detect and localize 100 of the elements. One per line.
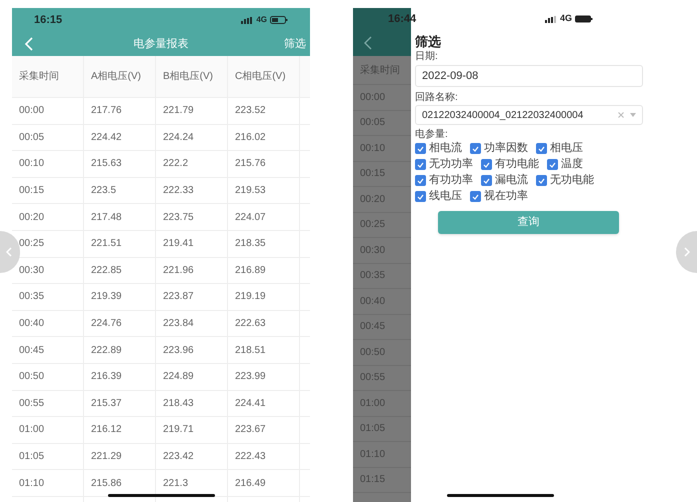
check-icon	[472, 146, 479, 152]
checkbox[interactable]	[415, 191, 426, 202]
table-cell-text: 01:05	[19, 450, 44, 464]
back-icon	[363, 36, 373, 50]
check-icon	[417, 162, 424, 168]
table-cell-text: 216.49	[235, 476, 266, 491]
table-cell-text: 01:00	[19, 423, 44, 438]
battery-icon	[575, 15, 593, 23]
table-cell-text: 219.53	[235, 184, 266, 198]
circuit-value: 02122032400004_02122032400004	[422, 108, 584, 122]
table-cell-text: 00:25	[19, 237, 44, 252]
table-cell-text: 219.41	[163, 237, 194, 252]
check-icon	[472, 194, 479, 200]
table-cell-text: 223.5	[91, 184, 116, 198]
table-cell-text: 222.63	[235, 317, 266, 332]
battery-icon	[270, 16, 288, 24]
table-cell-text: 221.79	[163, 104, 194, 118]
checkbox-label: 视在功率	[484, 190, 528, 203]
table-cell-text: 223.42	[163, 450, 194, 464]
table-cell-text: 215.63	[91, 157, 122, 172]
checkbox[interactable]	[415, 159, 426, 170]
table-cell-text: 217.48	[91, 210, 122, 225]
checkbox-label: 有功功率	[429, 174, 473, 187]
table-cell-text: 00:10	[19, 157, 44, 172]
column-header: C相电压(V)	[235, 70, 286, 84]
checkbox[interactable]	[415, 175, 426, 186]
table-cell-text: 223.84	[163, 317, 194, 332]
table-cell-text: 224.76	[91, 317, 122, 332]
table-cell-text: 00:55	[19, 396, 44, 411]
table-cell-text: 217.76	[91, 104, 122, 118]
checkbox-label: 无功电能	[550, 174, 594, 187]
table-cell-text: 216.89	[235, 264, 266, 278]
back-icon[interactable]	[24, 37, 34, 51]
checkbox[interactable]	[547, 159, 558, 170]
column-header: B相电压(V)	[163, 70, 213, 84]
table-cell-text: 224.24	[163, 130, 194, 145]
table-cell-text: 216.39	[91, 370, 122, 384]
table-cell-text: 223.99	[235, 370, 266, 384]
checkbox[interactable]	[481, 159, 492, 170]
table-cell-text: 224.41	[235, 396, 266, 411]
check-icon	[417, 178, 424, 184]
table-cell-text: 00:35	[19, 290, 44, 304]
checkbox-label: 功率因数	[484, 142, 528, 155]
table-cell-text: 00:50	[19, 370, 44, 384]
table-cell-text: 218.51	[235, 344, 266, 358]
table-cell-text: 222.85	[91, 264, 122, 278]
table-cell-text: 224.07	[235, 210, 266, 225]
check-icon	[417, 146, 424, 152]
table-cell-text: 00:00	[19, 104, 44, 118]
table-cell-text: 216.02	[235, 130, 266, 145]
table-cell-text: 222.2	[163, 157, 188, 172]
table-cell-text: 01:10	[19, 476, 44, 491]
table-cell-text: 223.87	[163, 290, 194, 304]
table-cell-text: 221.29	[91, 450, 122, 464]
checkbox[interactable]	[481, 175, 492, 186]
table-cell-text: 215.76	[235, 157, 266, 172]
screen-title: 电参量报表	[134, 36, 188, 52]
checkbox[interactable]	[470, 143, 481, 154]
table-cell-text: 00:30	[19, 264, 44, 278]
table-cell-text: 222.43	[235, 450, 266, 464]
table-cell-text: 00:20	[19, 210, 44, 225]
checkbox[interactable]	[536, 175, 547, 186]
checkbox-label: 相电压	[550, 142, 583, 155]
date-field[interactable]: 2022-09-08	[415, 65, 643, 87]
checkbox[interactable]	[415, 143, 426, 154]
checkbox-label: 无功功率	[429, 158, 473, 171]
status-time: 16:15	[34, 12, 62, 28]
table-cell-text: 221.3	[163, 476, 188, 491]
checkbox[interactable]	[536, 143, 547, 154]
table-cell-text: 223.52	[235, 104, 266, 118]
check-icon	[483, 162, 490, 168]
checkbox-label: 漏电流	[495, 174, 528, 187]
table-cell-text: 219.71	[163, 423, 194, 438]
table-cell-text: 221.51	[91, 237, 122, 252]
column-header: 采集时间	[19, 70, 59, 84]
checkbox[interactable]	[470, 191, 481, 202]
table-cell-text: 00:05	[19, 130, 44, 145]
table-cell-text: 216.12	[91, 423, 122, 438]
table-cell-text: 222.33	[163, 184, 194, 198]
check-icon	[538, 146, 545, 152]
table-cell-text: 223.75	[163, 210, 194, 225]
check-icon	[549, 162, 556, 168]
column-header: A相电压(V)	[91, 70, 141, 84]
table-cell-text: 224.42	[91, 130, 122, 145]
signal-icon	[544, 16, 557, 22]
date-label: 日期:	[415, 50, 439, 64]
table-cell-text: 221.96	[163, 264, 194, 278]
table-cell-text: 219.19	[235, 290, 266, 304]
table-cell-text: 215.37	[91, 396, 122, 411]
table-cell-text: 00:15	[19, 184, 44, 198]
chevron-left-icon	[6, 247, 12, 257]
parameters-label: 电参量:	[415, 128, 449, 142]
table-cell-text: 222.89	[91, 344, 122, 358]
table-cell-text: 223.96	[163, 344, 194, 358]
chevron-right-icon	[684, 247, 690, 257]
checkbox-label: 温度	[561, 158, 583, 171]
circuit-label: 回路名称:	[415, 91, 459, 105]
table-cell-text: 218.43	[163, 396, 194, 411]
checkbox-label: 线电压	[429, 190, 462, 203]
network-label: 4G	[560, 12, 572, 26]
